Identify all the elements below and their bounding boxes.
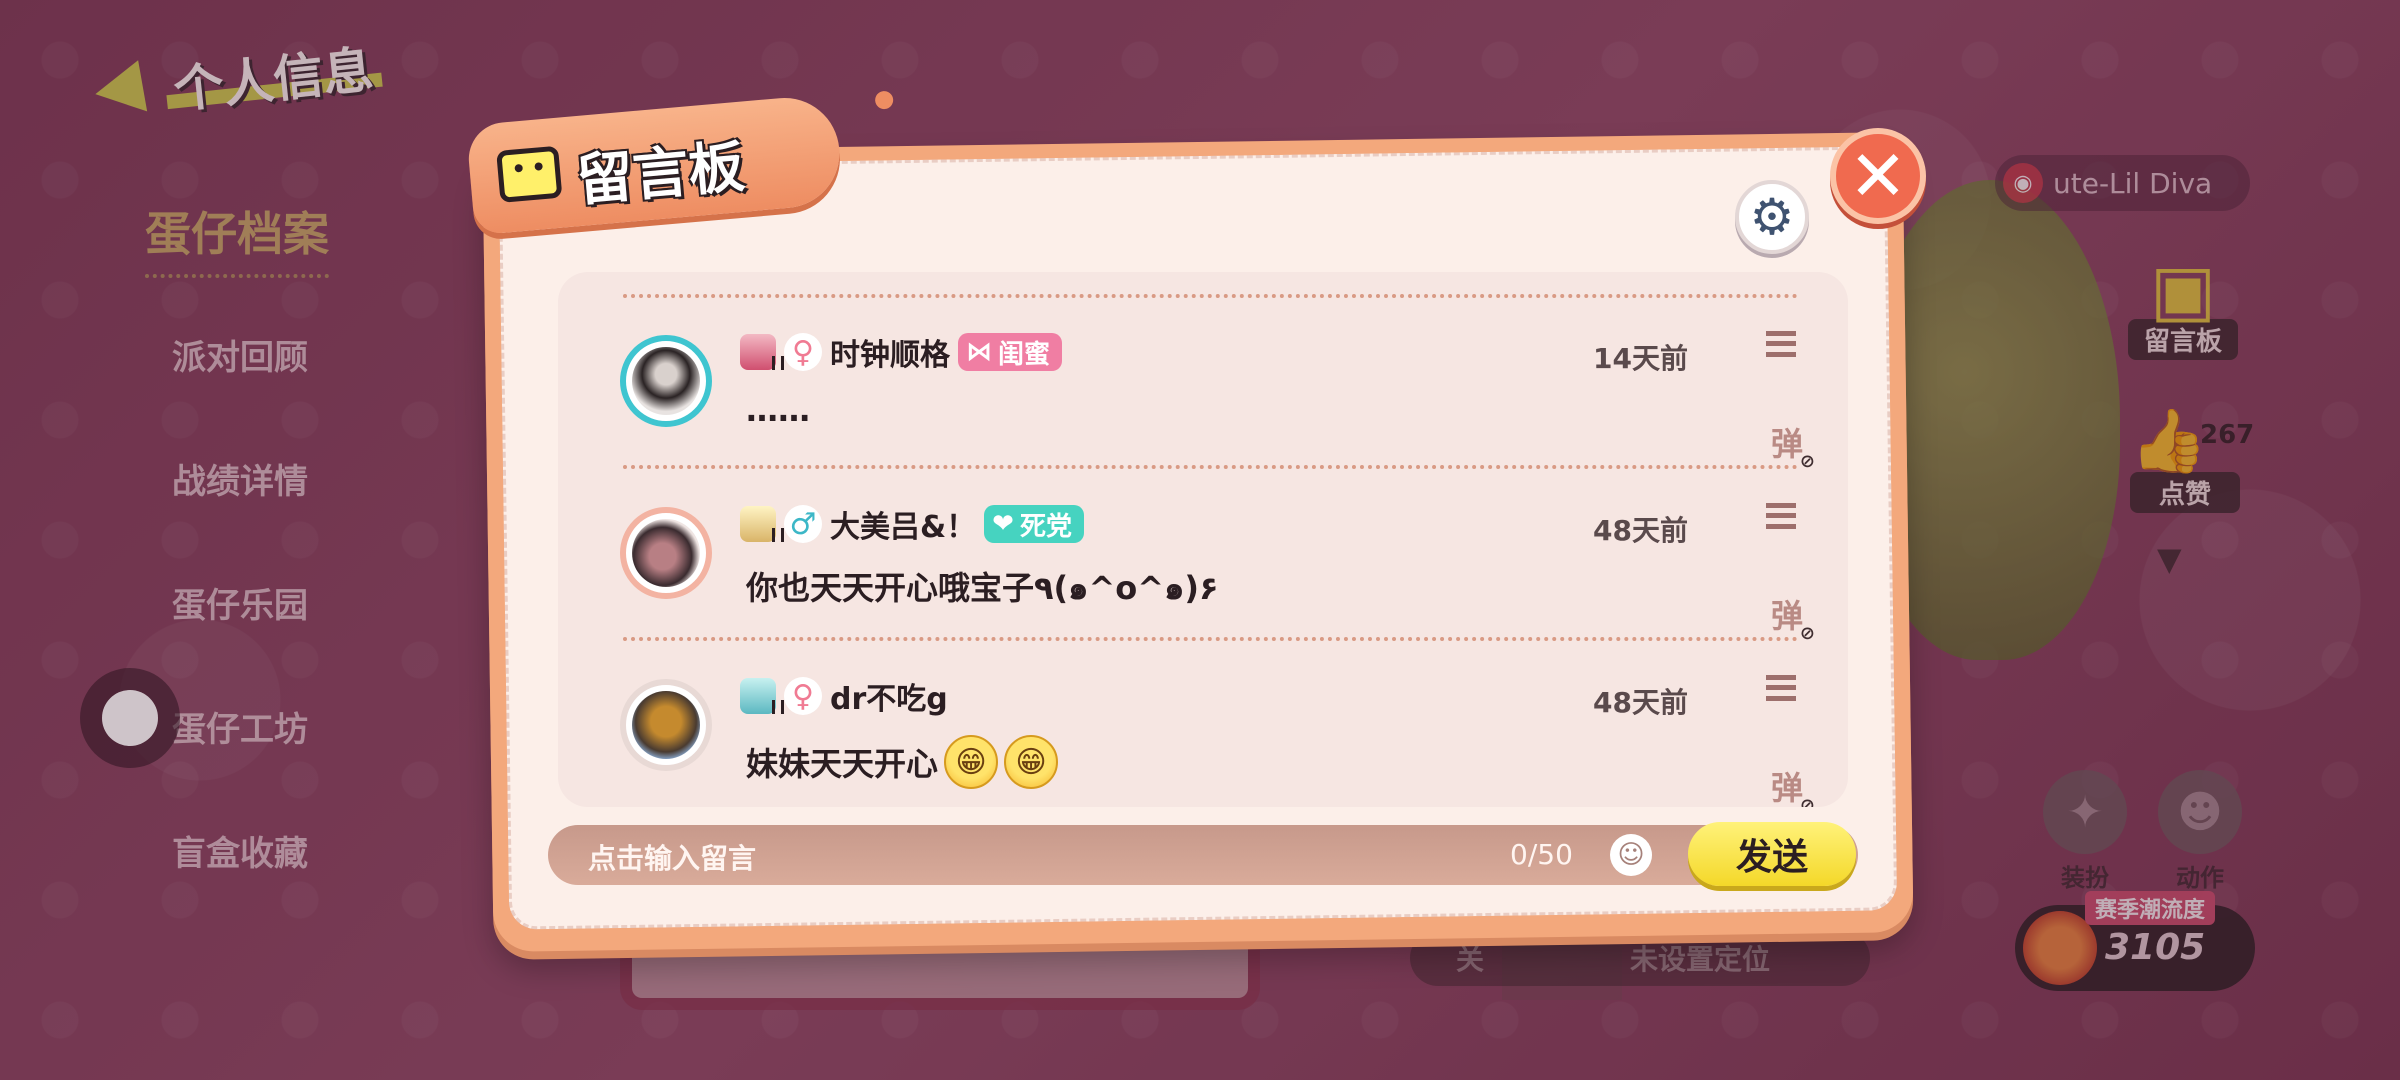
message-time: 48天前 [1593, 514, 1688, 547]
female-icon: ♀ [784, 333, 822, 371]
message-text: 妹妹天天开心 😁 😁 [746, 735, 1059, 789]
username[interactable]: 时钟顺格 [830, 330, 950, 374]
grin-emoji-icon: 😁 [944, 735, 999, 789]
message-body: …… [746, 391, 810, 429]
modal-title: 留言板 [574, 134, 748, 215]
message-header: ♂ 大美吕&！ ❤ 死党 [740, 503, 1084, 545]
message-list[interactable]: ♀ 时钟顺格 ⋈ 闺蜜 14天前 …… 弹 ♂ 大美吕&！ ❤ 死党 48天前 [558, 272, 1848, 807]
message-text: 你也天天开心哦宝子٩(๑^o^๑)۶ [746, 563, 1219, 614]
username[interactable]: 大美吕&！ [830, 502, 976, 546]
danmu-off-icon[interactable]: 弹 [1771, 763, 1816, 807]
message-board-icon [496, 145, 563, 203]
emoji-picker-icon[interactable]: ☺ [1610, 834, 1652, 876]
grin-emoji-icon: 😁 [1004, 735, 1059, 789]
level-badge-icon [740, 334, 784, 370]
message-header: ♀ dr不吃g [740, 675, 948, 717]
close-button[interactable]: ✕ [1830, 128, 1926, 224]
bow-icon: ⋈ [966, 337, 992, 367]
message-body: 妹妹天天开心 [746, 745, 939, 783]
level-badge-icon [740, 678, 784, 714]
send-button[interactable]: 发送 [1688, 822, 1856, 886]
settings-button[interactable]: ⚙ [1735, 180, 1809, 254]
message-input[interactable]: 点击输入留言 0/50 ☺ [548, 825, 1858, 885]
avatar-image [632, 691, 700, 759]
message-time: 48天前 [1593, 686, 1688, 719]
heart-icon: ❤ [992, 509, 1014, 539]
relation-tag: ⋈ 闺蜜 [958, 333, 1063, 371]
relation-tag: ❤ 死党 [984, 505, 1084, 543]
message-item: ♀ dr不吃g 48天前 妹妹天天开心 😁 😁 弹 [558, 641, 1848, 807]
danmu-off-icon[interactable]: 弹 [1771, 591, 1816, 643]
message-time: 14天前 [1593, 342, 1688, 375]
danmu-off-icon[interactable]: 弹 [1771, 419, 1816, 471]
avatar[interactable] [620, 507, 712, 599]
username[interactable]: dr不吃g [830, 674, 948, 718]
more-menu-icon[interactable] [1766, 331, 1796, 357]
more-menu-icon[interactable] [1766, 503, 1796, 529]
male-icon: ♂ [784, 505, 822, 543]
avatar-image [632, 519, 700, 587]
avatar[interactable] [620, 335, 712, 427]
level-badge-icon [740, 506, 784, 542]
message-body: 你也天天开心哦宝子٩(๑^o^๑)۶ [746, 569, 1219, 607]
message-item: ♂ 大美吕&！ ❤ 死党 48天前 你也天天开心哦宝子٩(๑^o^๑)۶ 弹 [558, 469, 1848, 643]
char-counter: 0/50 [1510, 838, 1573, 871]
relation-tag-label: 死党 [1019, 511, 1072, 542]
gear-icon: ⚙ [1749, 188, 1795, 246]
close-icon: ✕ [1848, 135, 1908, 217]
message-text: …… [746, 391, 810, 429]
message-item: ♀ 时钟顺格 ⋈ 闺蜜 14天前 …… 弹 [558, 297, 1848, 471]
message-header: ♀ 时钟顺格 ⋈ 闺蜜 [740, 330, 1063, 374]
relation-tag-label: 闺蜜 [998, 339, 1051, 370]
message-input-placeholder[interactable]: 点击输入留言 [588, 837, 756, 877]
female-icon: ♀ [784, 677, 822, 715]
avatar[interactable] [620, 679, 712, 771]
avatar-image [632, 347, 700, 415]
more-menu-icon[interactable] [1766, 675, 1796, 701]
